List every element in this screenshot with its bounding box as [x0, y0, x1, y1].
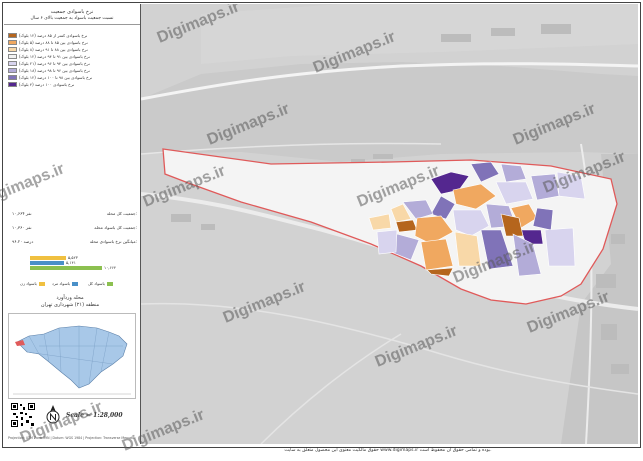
bar-total: ۱۰,۶۶۴ [30, 265, 116, 270]
legend-item: نرخ باسوادی بین ۸۸ تا ۹۱ درصد (۸ بلوک) [8, 47, 88, 52]
legend-item: نرخ باسوادی بین ۹۶ تا ۹۸ درصد (۱۸ بلوک) [8, 68, 90, 73]
tehran-inset-map [8, 313, 136, 399]
legend-swatch [8, 61, 17, 66]
bar-legend-item: باسواد زن [20, 281, 45, 286]
legend-swatch [8, 33, 17, 38]
bar-female: ۵,۵۲۳ [30, 255, 78, 260]
legend-item: نرخ باسوادی بین ۸۵ تا ۸۸ درصد (۵ بلوک) [8, 40, 88, 45]
legend-item: نرخ باسوادی کمتر از ۸۵ درصد (۱۲ بلوک) [8, 33, 87, 38]
bar-legend-item: باسواد کل [88, 281, 113, 286]
map-canvas[interactable]: Digimaps.ir Digimaps.ir Digimaps.ir Digi… [141, 4, 638, 444]
literacy-bar-chart: ۵,۵۲۳ ۵,۱۴۱ ۱۰,۶۶۴ [30, 255, 116, 271]
legend-item: نرخ باسوادی بین ۹۸ تا ۱۰۰ درصد (۱۲ بلوک) [8, 75, 92, 80]
bar-legend-item: باسواد مرد [52, 281, 79, 286]
area-title: محله وردآورد منطقه (۲۱) شهرداری تهران [40, 295, 100, 308]
bar-male: ۵,۱۴۱ [30, 260, 76, 265]
map-svg [141, 4, 638, 444]
legend-title: نرخ باسوادی جمعیت [50, 9, 94, 15]
legend-swatch [8, 82, 17, 87]
legend-swatch [8, 54, 17, 59]
copyright-footer: حقوق مالکیت معنوی این محصول متعلق به سای… [284, 448, 492, 453]
legend-item: نرخ باسوادی ۱۰۰ درصد (۴ بلوک) [8, 82, 74, 87]
legend-item: نرخ باسوادی بین ۹۱ تا ۹۴ درصد (۱۲ بلوک) [8, 54, 90, 59]
legend-swatch [8, 75, 17, 80]
legend-swatch [8, 68, 17, 73]
tehran-districts-shape [16, 325, 128, 389]
legend-item: نرخ باسوادی بین ۹۴ تا ۹۶ درصد (۲۱ بلوک) [8, 61, 90, 66]
legend-subtitle: نسبت جمعیت باسواد به جمعیت بالای ۶ سال [4, 16, 140, 25]
legend-swatch [8, 40, 17, 45]
legend-swatch [8, 47, 17, 52]
